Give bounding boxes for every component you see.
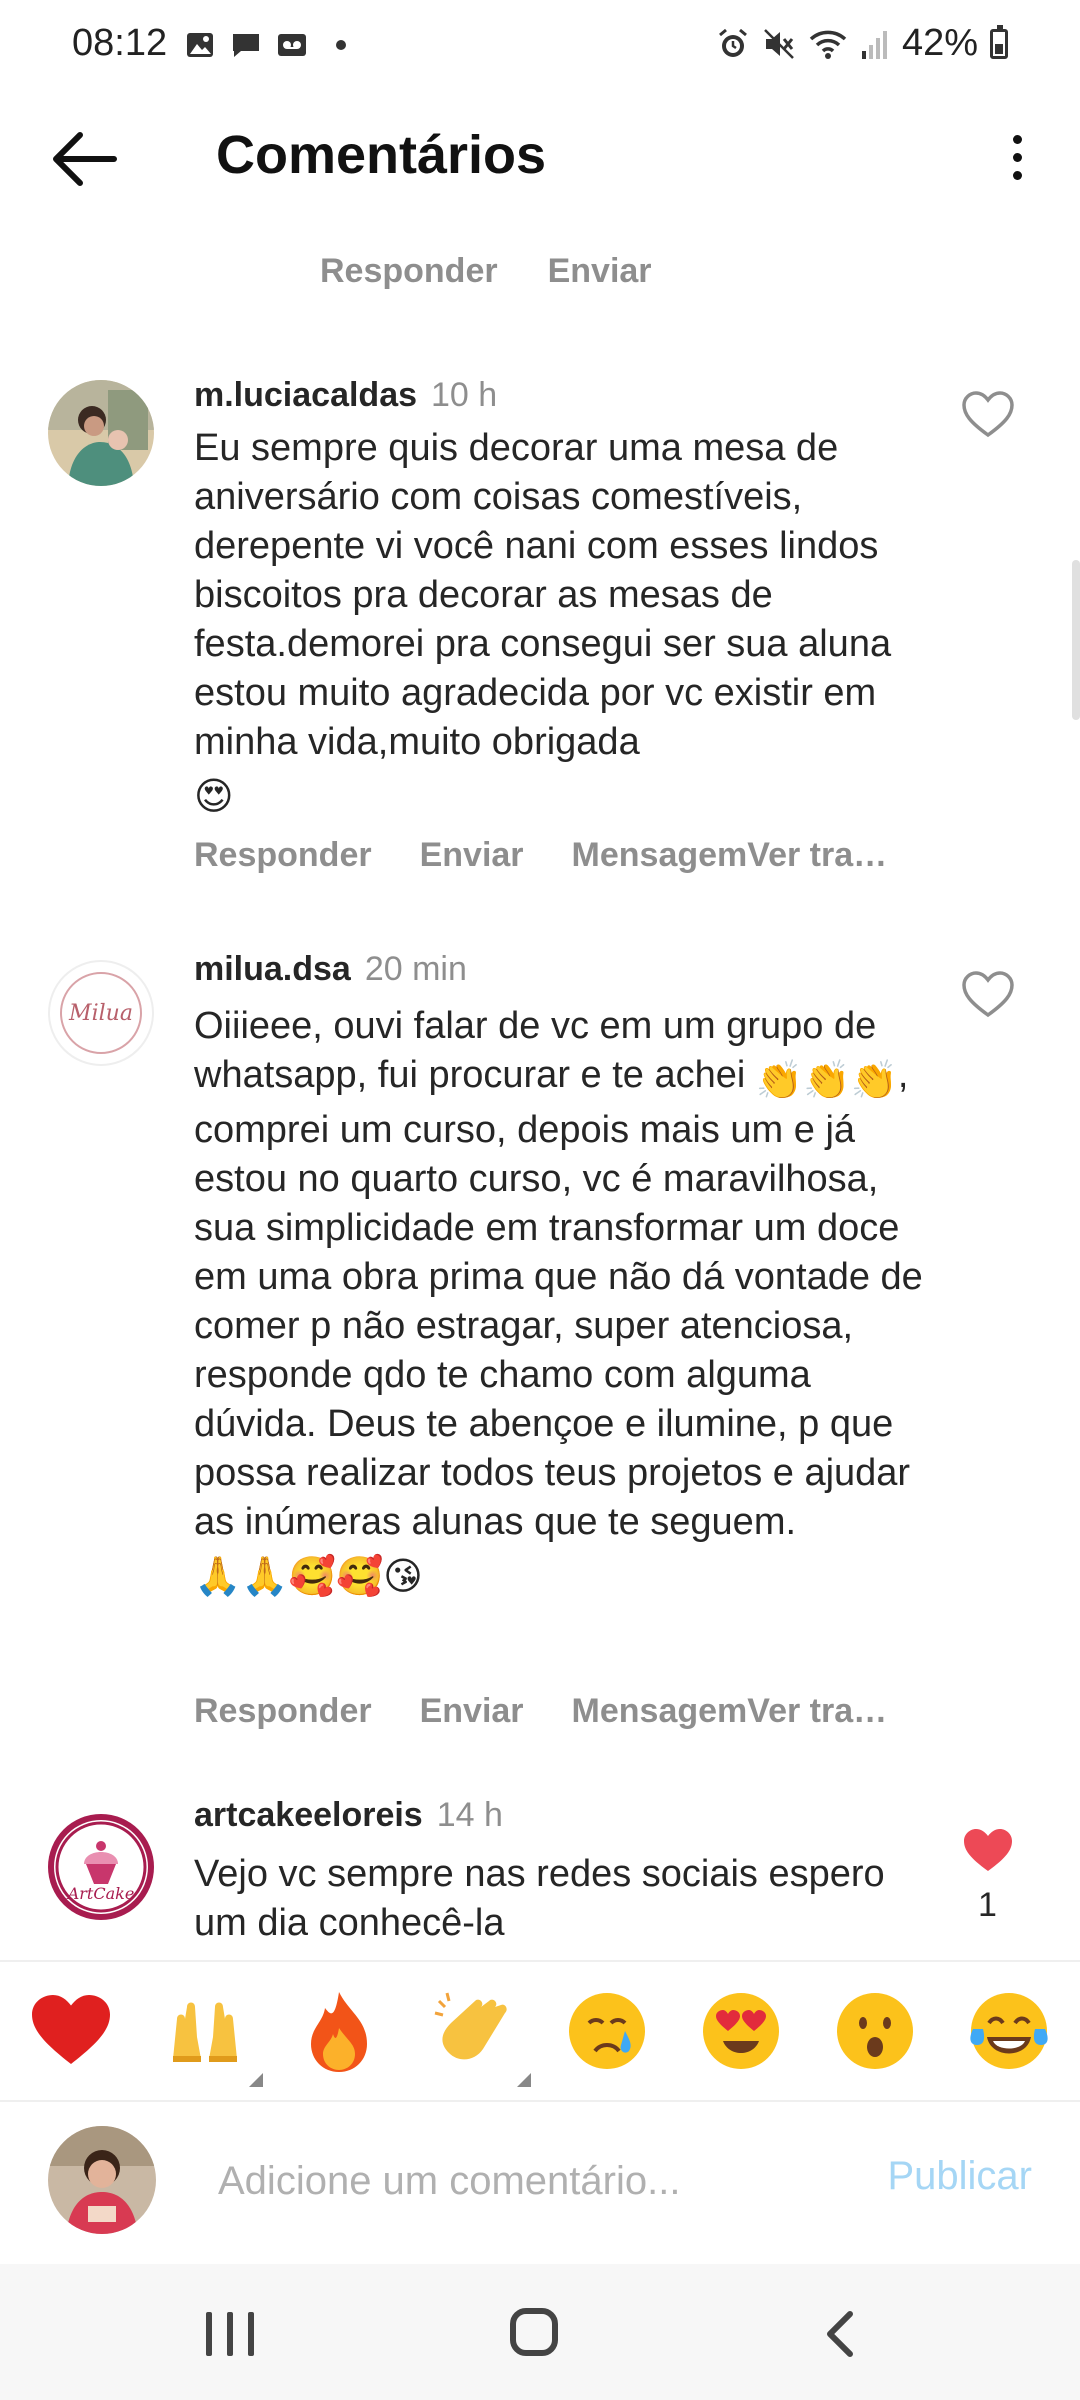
avatar[interactable]: Milua bbox=[48, 960, 154, 1066]
avatar-logo-text: ArtCake bbox=[66, 1884, 135, 1903]
comment-actions: Responder Enviar MensagemVer tra… bbox=[194, 1692, 887, 1731]
back-icon[interactable] bbox=[820, 2310, 860, 2358]
publish-button[interactable]: Publicar bbox=[887, 2154, 1032, 2199]
signal-icon bbox=[861, 30, 887, 59]
emoji: 🙏🙏🥰🥰😘 bbox=[194, 1556, 423, 1598]
message-icon bbox=[233, 34, 259, 57]
page-title: Comentários bbox=[216, 125, 547, 185]
send-button[interactable]: Enviar bbox=[548, 252, 652, 291]
recent-apps-icon[interactable] bbox=[206, 2312, 254, 2356]
mute-icon bbox=[764, 28, 794, 59]
avatar-logo-text: Milua bbox=[68, 1001, 133, 1026]
username[interactable]: milua.dsa bbox=[194, 950, 351, 988]
comment-composer: Publicar bbox=[0, 2104, 1080, 2264]
reaction-clap[interactable] bbox=[423, 1981, 531, 2087]
gallery-icon bbox=[187, 33, 213, 57]
comment-time: 14 h bbox=[436, 1796, 503, 1834]
back-arrow-icon[interactable] bbox=[44, 124, 124, 194]
clapping-hands-icon bbox=[434, 1992, 507, 2060]
heart-icon[interactable] bbox=[960, 970, 1016, 1020]
avatar[interactable]: ArtCake bbox=[48, 1814, 154, 1920]
status-time: 08:12 bbox=[72, 22, 168, 64]
reaction-surprised[interactable] bbox=[825, 1981, 925, 2081]
scrollbar[interactable] bbox=[1072, 560, 1080, 720]
like-count: 1 bbox=[978, 1886, 997, 1924]
quick-reaction-bar bbox=[0, 1960, 1080, 2102]
avatar bbox=[48, 2126, 156, 2234]
reaction-heart-eyes[interactable] bbox=[691, 1981, 791, 2081]
comment-actions: Responder Enviar MensagemVer tra… bbox=[194, 836, 887, 875]
voicemail-icon bbox=[278, 34, 306, 56]
message-translate-button[interactable]: MensagemVer tra… bbox=[572, 1692, 888, 1731]
top-app-bar: Comentários bbox=[0, 96, 1080, 226]
red-heart-icon bbox=[32, 1995, 110, 2064]
emoji: 😍 bbox=[194, 776, 234, 818]
comment-header: milua.dsa 20 min bbox=[194, 950, 467, 989]
reaction-heart[interactable] bbox=[21, 1981, 121, 2081]
username[interactable]: m.luciacaldas bbox=[194, 376, 417, 414]
comment-time: 10 h bbox=[431, 376, 498, 414]
raising-hands-icon bbox=[173, 2002, 237, 2062]
message-translate-button[interactable]: MensagemVer tra… bbox=[572, 836, 888, 875]
comment-text: Oiiieee, ouvi falar de vc em um grupo de… bbox=[194, 1002, 924, 1602]
avatar[interactable] bbox=[48, 380, 154, 486]
comment-time: 20 min bbox=[364, 950, 467, 988]
heart-filled-icon[interactable] bbox=[960, 1826, 1016, 1876]
reaction-fire[interactable] bbox=[289, 1981, 389, 2081]
previous-comment-actions: Responder Enviar bbox=[320, 252, 652, 291]
comment-header: m.luciacaldas 10 h bbox=[194, 376, 497, 415]
battery-percent: 42% bbox=[901, 22, 978, 64]
notification-icons bbox=[184, 30, 346, 60]
reply-button[interactable]: Responder bbox=[194, 836, 372, 875]
more-options-icon[interactable] bbox=[1000, 128, 1034, 194]
battery-icon bbox=[990, 24, 1008, 59]
surprised-face-icon bbox=[837, 1993, 913, 2069]
crying-face-icon bbox=[569, 1993, 645, 2069]
reaction-raising-hands[interactable] bbox=[155, 1981, 263, 2087]
username[interactable]: artcakeeloreis bbox=[194, 1796, 423, 1834]
tears-of-joy-icon bbox=[970, 1993, 1048, 2069]
more-notifications-dot bbox=[336, 40, 346, 50]
home-icon[interactable] bbox=[510, 2308, 558, 2356]
heart-eyes-face-icon bbox=[703, 1993, 779, 2069]
system-icons: 42% bbox=[716, 22, 1008, 65]
comment-text: Vejo vc sempre nas redes sociais espero … bbox=[194, 1853, 885, 1944]
status-bar: 08:12 42% bbox=[0, 0, 1080, 96]
comment-item: ArtCake artcakeeloreis 14 h Vejo vc sempr… bbox=[0, 1796, 1080, 1960]
system-navigation-bar bbox=[0, 2264, 1080, 2400]
reaction-crying[interactable] bbox=[557, 1981, 657, 2081]
send-button[interactable]: Enviar bbox=[420, 1692, 524, 1731]
reply-button[interactable]: Responder bbox=[320, 252, 498, 291]
heart-icon[interactable] bbox=[960, 390, 1016, 440]
reaction-laughing[interactable] bbox=[959, 1981, 1059, 2081]
comment-text: Eu sempre quis decorar uma mesa de anive… bbox=[194, 424, 924, 822]
emoji: 👏👏👏 bbox=[755, 1060, 898, 1102]
send-button[interactable]: Enviar bbox=[420, 836, 524, 875]
reply-button[interactable]: Responder bbox=[194, 1692, 372, 1731]
wifi-icon bbox=[809, 30, 847, 59]
alarm-icon bbox=[718, 28, 747, 57]
comment-input[interactable] bbox=[216, 2144, 840, 2218]
comment-header: artcakeeloreis 14 h bbox=[194, 1796, 503, 1835]
fire-icon bbox=[311, 1992, 367, 2072]
